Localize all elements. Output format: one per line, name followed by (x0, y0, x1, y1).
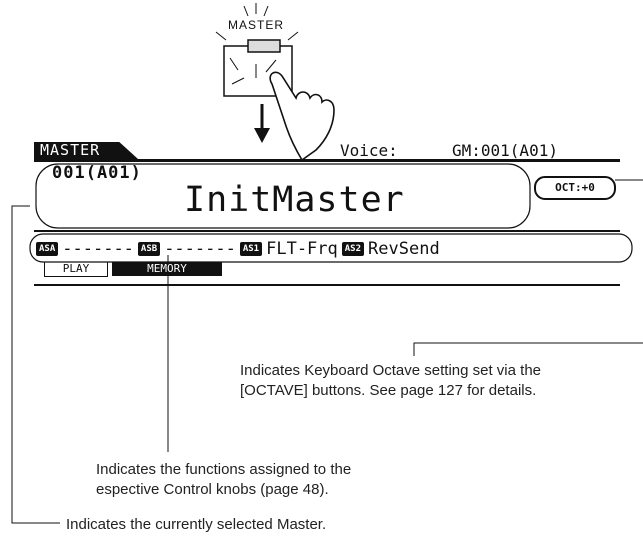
knob-badge-asa: ASA (36, 242, 59, 256)
knob-value-as1: FLT-Frq (266, 239, 338, 259)
knobs-callout-line1: Indicates the functions assigned to the (96, 461, 352, 478)
tab-play[interactable]: PLAY (44, 262, 108, 277)
master-number: 001(A01) (52, 163, 142, 183)
knob-value-as2: RevSend (368, 239, 440, 259)
lcd-separator (34, 230, 620, 232)
octave-callout-line1: Indicates Keyboard Octave setting set vi… (240, 362, 542, 379)
hand-icon (269, 71, 335, 162)
voice-label: Voice: (340, 141, 398, 160)
knob-badge-as1: AS1 (239, 242, 263, 256)
octave-callout: Indicates Keyboard Octave setting set vi… (240, 361, 640, 401)
knobs-callout-line2: espective Control knobs (page 48). (96, 481, 329, 498)
voice-value: GM:001(A01) (452, 141, 558, 160)
knob-assignment-row: ASA ------- ASB ------- AS1 FLT-Frq AS2 … (36, 238, 440, 260)
knob-badge-asb: ASB (137, 242, 161, 256)
master-name: InitMaster (184, 180, 405, 220)
knobs-callout: Indicates the functions assigned to the … (96, 460, 426, 500)
octave-indicator: OCT:+0 (534, 176, 616, 200)
octave-callout-line2: [OCTAVE] buttons. See page 127 for detai… (240, 382, 537, 399)
tab-memory[interactable]: MEMORY (112, 262, 222, 276)
octave-callout-line (413, 342, 643, 356)
knob-badge-as2: AS2 (341, 242, 365, 256)
arrow-down-icon (254, 104, 270, 143)
knob-value-asa: ------- (62, 239, 134, 259)
knob-value-asb: ------- (164, 239, 236, 259)
master-callout: Indicates the currently selected Master. (66, 516, 327, 533)
highlight-rays-icon (215, 3, 299, 41)
lcd-bottom-border (34, 284, 620, 286)
